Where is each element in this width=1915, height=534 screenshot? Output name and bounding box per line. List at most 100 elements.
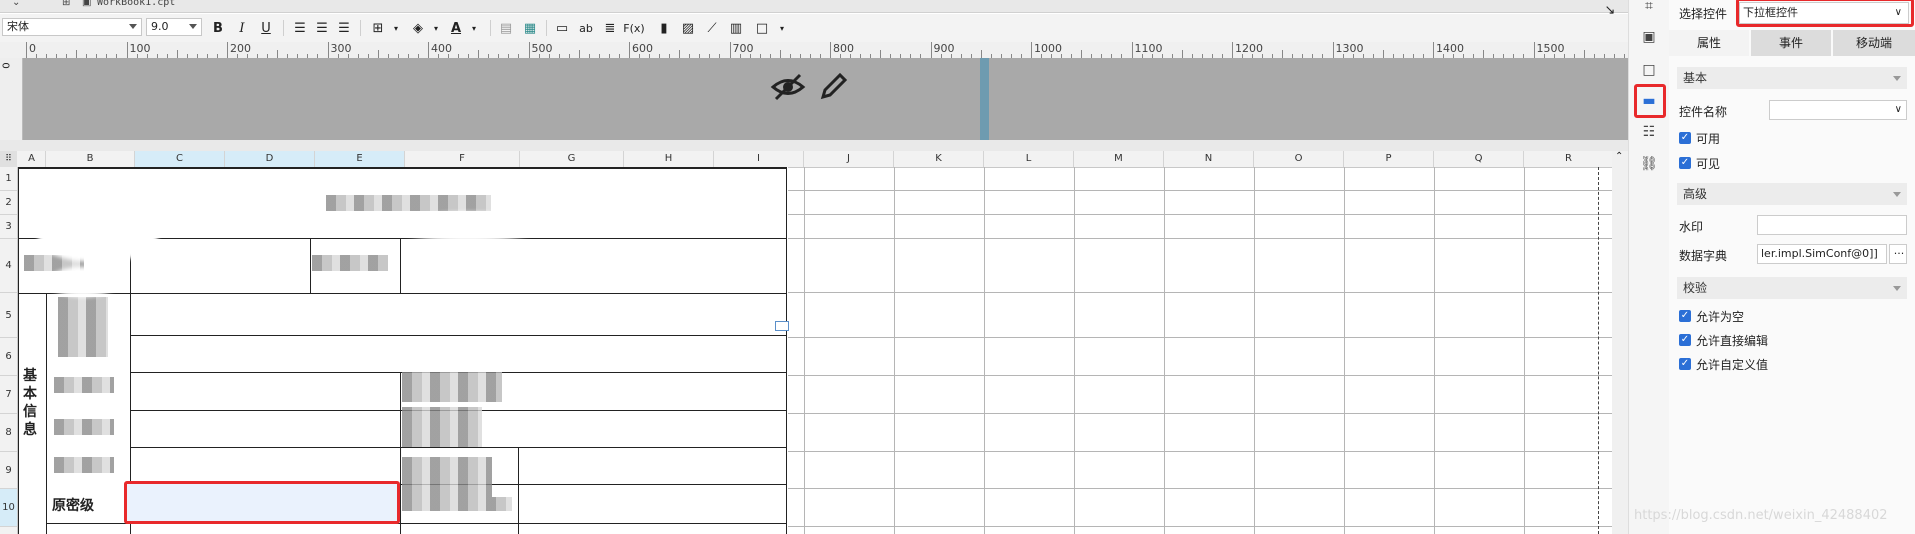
- align-right-icon[interactable]: ☰: [334, 18, 354, 38]
- format-toolbar: 宋体 9.0 B I U ☰ ☰ ☰ ⊞ ▾ ◈ ▾ A ▾ ▤ ▦ ▭ ab …: [0, 3, 1628, 43]
- image-icon[interactable]: ▨: [678, 18, 698, 38]
- column-header-j[interactable]: J: [804, 151, 894, 167]
- row-header-4[interactable]: 4: [0, 239, 17, 293]
- allow-edit-label: 允许直接编辑: [1696, 334, 1769, 348]
- border-dropdown-icon[interactable]: ▾: [386, 18, 406, 38]
- row-header-10[interactable]: 10: [0, 489, 17, 527]
- new-tab-icon[interactable]: ⊞: [62, 0, 70, 11]
- report-area[interactable]: 基本信息 原密级: [18, 167, 789, 534]
- control-name-input[interactable]: ∨: [1769, 100, 1907, 120]
- hyperlink-icon[interactable]: ⛓: [1639, 154, 1659, 174]
- font-size-select[interactable]: 9.0: [146, 18, 202, 36]
- underline-button[interactable]: U: [256, 18, 276, 38]
- column-header-a[interactable]: A: [18, 151, 46, 167]
- ruler-label: 0: [29, 42, 36, 55]
- column-header-r[interactable]: R: [1524, 151, 1614, 167]
- parameter-pane: [0, 58, 1628, 140]
- element-dropdown-icon[interactable]: ▾: [772, 18, 792, 38]
- column-header-d[interactable]: D: [225, 151, 315, 167]
- watermark-input[interactable]: [1757, 215, 1907, 235]
- pane-resize-handle[interactable]: [980, 58, 989, 140]
- ruler-tick: [1332, 42, 1334, 58]
- row-header: 1 2 3 4 5 6 7 8 9 10: [0, 167, 18, 534]
- tab-dropdown-icon[interactable]: ⌄: [12, 0, 20, 11]
- data-dictionary-input[interactable]: ler.impl.SimConf@0]]: [1757, 244, 1887, 264]
- cell-property-icon[interactable]: ▣: [1639, 27, 1659, 47]
- row-header-2[interactable]: 2: [0, 191, 17, 215]
- column-header-e[interactable]: E: [315, 151, 405, 167]
- section-advanced[interactable]: 高级: [1677, 183, 1907, 205]
- align-center-icon[interactable]: ☰: [312, 18, 332, 38]
- ruler-minor-tick: [176, 50, 178, 58]
- enabled-checkbox[interactable]: ✓: [1679, 132, 1691, 144]
- column-header-g[interactable]: G: [520, 151, 624, 167]
- column-header-i[interactable]: I: [714, 151, 804, 167]
- column-header-k[interactable]: K: [894, 151, 984, 167]
- allow-custom-checkbox[interactable]: ✓: [1679, 358, 1691, 370]
- data-dictionary-more-button[interactable]: ···: [1889, 244, 1907, 264]
- visible-checkbox[interactable]: ✓: [1679, 157, 1691, 169]
- collapse-icon: [1893, 286, 1901, 291]
- ruler-minor-tick: [277, 50, 279, 58]
- cell-element-icon[interactable]: □: [752, 18, 772, 38]
- ruler-minor-tick: [679, 50, 681, 58]
- fill-color-icon[interactable]: ◈: [408, 18, 428, 38]
- slash-icon[interactable]: ⟋: [702, 18, 722, 38]
- tab-events[interactable]: 事件: [1751, 30, 1831, 56]
- font-family-value: 宋体: [7, 20, 29, 33]
- section-validation[interactable]: 校验: [1677, 277, 1907, 299]
- scroll-up-icon[interactable]: ⌃: [1615, 151, 1623, 162]
- column-header-m[interactable]: M: [1074, 151, 1164, 167]
- font-color-icon[interactable]: A: [446, 18, 466, 38]
- font-color-dropdown-icon[interactable]: ▾: [464, 18, 484, 38]
- column-header-p[interactable]: P: [1344, 151, 1434, 167]
- allow-empty-checkbox[interactable]: ✓: [1679, 310, 1691, 322]
- edit-pencil-icon[interactable]: [818, 70, 850, 102]
- italic-button[interactable]: I: [232, 18, 252, 38]
- align-left-icon[interactable]: ☰: [290, 18, 310, 38]
- font-family-select[interactable]: 宋体: [2, 18, 142, 36]
- select-all-corner[interactable]: ⠿: [0, 151, 17, 167]
- fill-dropdown-icon[interactable]: ▾: [426, 18, 446, 38]
- tab-properties[interactable]: 属性: [1669, 30, 1749, 56]
- ruler-minor-tick: [478, 50, 480, 58]
- cell-style-icon[interactable]: ▤: [496, 18, 516, 38]
- vertical-scrollbar[interactable]: ⌃: [1612, 151, 1628, 534]
- row-header-6[interactable]: 6: [0, 338, 17, 376]
- column-header-n[interactable]: N: [1164, 151, 1254, 167]
- formula-icon[interactable]: F(x): [623, 18, 644, 38]
- chart-icon[interactable]: ▮: [654, 18, 674, 38]
- ruler-minor-tick: [76, 50, 78, 58]
- border-icon[interactable]: ⊞: [368, 18, 388, 38]
- column-header-b[interactable]: B: [46, 151, 135, 167]
- column-header-f[interactable]: F: [405, 151, 520, 167]
- pin-icon[interactable]: ↘: [1600, 0, 1620, 20]
- merge-icon[interactable]: ▭: [552, 18, 572, 38]
- row-header-5[interactable]: 5: [0, 293, 17, 338]
- sub-report-icon[interactable]: ▥: [726, 18, 746, 38]
- section-basic[interactable]: 基本: [1677, 67, 1907, 89]
- condition-attr-icon[interactable]: ☷: [1639, 122, 1659, 142]
- column-header-q[interactable]: Q: [1434, 151, 1524, 167]
- column-header-c[interactable]: C: [135, 151, 225, 167]
- cell-element-property-icon[interactable]: □: [1639, 60, 1659, 80]
- layout-icon[interactable]: ⌗: [1639, 0, 1659, 16]
- table-icon[interactable]: ▦: [520, 18, 540, 38]
- row-header-3[interactable]: 3: [0, 215, 17, 239]
- bold-button[interactable]: B: [208, 18, 228, 38]
- column-header-l[interactable]: L: [984, 151, 1074, 167]
- allow-edit-checkbox[interactable]: ✓: [1679, 334, 1691, 346]
- column-header-o[interactable]: O: [1254, 151, 1344, 167]
- format-text-icon[interactable]: ab: [576, 18, 596, 38]
- ruler-minor-tick: [880, 50, 882, 58]
- row-header-1[interactable]: 1: [0, 167, 17, 191]
- text-wrap-icon[interactable]: ≣: [600, 18, 620, 38]
- row-header-9[interactable]: 9: [0, 452, 17, 489]
- row-header-8[interactable]: 8: [0, 414, 17, 452]
- tab-mobile[interactable]: 移动端: [1833, 30, 1915, 56]
- file-tab[interactable]: WorkBook1.cpt: [97, 0, 175, 11]
- hide-icon[interactable]: [770, 72, 806, 102]
- control-name-label: 控件名称: [1679, 105, 1728, 119]
- column-header-h[interactable]: H: [624, 151, 714, 167]
- row-header-7[interactable]: 7: [0, 376, 17, 414]
